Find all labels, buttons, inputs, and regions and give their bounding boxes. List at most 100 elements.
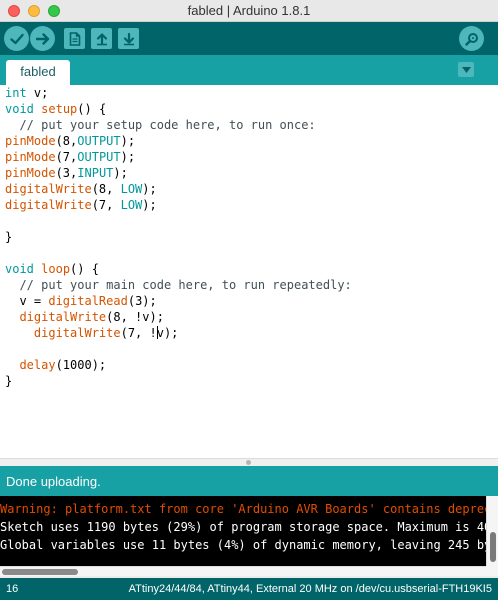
splitter-handle[interactable] bbox=[246, 460, 251, 465]
footer-bar: 16 ATtiny24/44/84, ATtiny44, External 20… bbox=[0, 578, 498, 600]
code-line[interactable]: digitalWrite(8, !v); bbox=[5, 309, 352, 325]
code-line[interactable]: } bbox=[5, 373, 352, 389]
console-message-line: Global variables use 11 bytes (4%) of dy… bbox=[0, 538, 498, 552]
code-line[interactable]: pinMode(7,OUTPUT); bbox=[5, 149, 352, 165]
code-line[interactable]: int v; bbox=[5, 85, 352, 101]
code-token: (3, bbox=[55, 166, 78, 180]
code-line[interactable]: } bbox=[5, 229, 352, 245]
code-token: ); bbox=[142, 182, 157, 196]
code-token: setup bbox=[41, 102, 78, 116]
board-port-info: ATtiny24/44/84, ATtiny44, External 20 MH… bbox=[128, 583, 492, 595]
code-token: OUTPUT bbox=[77, 150, 121, 164]
console-vertical-scrollbar[interactable] bbox=[486, 496, 498, 576]
title-bar: fabled | Arduino 1.8.1 bbox=[0, 0, 498, 22]
code-token: (1000); bbox=[55, 358, 107, 372]
code-line[interactable]: // put your main code here, to run repea… bbox=[5, 277, 352, 293]
code-token: void bbox=[5, 262, 34, 276]
code-token: (8, bbox=[91, 182, 121, 196]
console-message-line: Sketch uses 1190 bytes (29%) of program … bbox=[0, 520, 498, 534]
code-token: loop bbox=[41, 262, 71, 276]
code-token: void bbox=[5, 102, 34, 116]
console-vertical-scroll-thumb[interactable] bbox=[490, 532, 496, 562]
save-button[interactable] bbox=[118, 28, 139, 49]
code-token: int bbox=[5, 86, 27, 100]
code-token: pinMode bbox=[5, 134, 56, 148]
pane-splitter[interactable] bbox=[0, 458, 498, 466]
code-token: (8, !v); bbox=[106, 310, 164, 324]
arrow-up-icon bbox=[96, 32, 107, 45]
code-token: ); bbox=[120, 150, 136, 164]
code-line[interactable] bbox=[5, 213, 352, 229]
code-token: (3); bbox=[127, 294, 157, 308]
code-token: // put your main code here, to run repea… bbox=[5, 278, 352, 292]
code-token: (8, bbox=[55, 134, 78, 148]
verify-button[interactable] bbox=[4, 26, 29, 51]
code-line[interactable]: delay(1000); bbox=[5, 357, 352, 373]
console-lines: Warning: platform.txt from core 'Arduino… bbox=[0, 500, 498, 554]
status-message: Done uploading. bbox=[6, 474, 101, 489]
code-line[interactable]: pinMode(8,OUTPUT); bbox=[5, 133, 352, 149]
code-token: v; bbox=[26, 86, 49, 100]
code-token: LOW bbox=[120, 182, 143, 196]
tab-fabled[interactable]: fabled bbox=[6, 60, 70, 85]
code-token: digitalWrite bbox=[5, 198, 92, 212]
code-token: ); bbox=[113, 166, 128, 180]
tab-menu-button[interactable] bbox=[458, 62, 474, 77]
code-token: // put your setup code here, to run once… bbox=[5, 118, 316, 132]
code-line[interactable]: // put your setup code here, to run once… bbox=[5, 117, 352, 133]
code-token: LOW bbox=[120, 198, 143, 212]
console-warning-line: Warning: platform.txt from core 'Arduino… bbox=[0, 502, 498, 516]
code-token: () { bbox=[77, 102, 107, 116]
console-horizontal-scrollbar[interactable] bbox=[0, 566, 486, 576]
upload-button[interactable] bbox=[30, 26, 55, 51]
code-line[interactable]: void loop() { bbox=[5, 261, 352, 277]
open-button[interactable] bbox=[91, 28, 112, 49]
code-token: () { bbox=[70, 262, 99, 276]
arrow-right-icon bbox=[35, 32, 49, 45]
new-sketch-button[interactable] bbox=[64, 28, 85, 49]
code-line[interactable] bbox=[5, 341, 352, 357]
code-editor[interactable]: int v; void setup() { // put your setup c… bbox=[0, 85, 498, 458]
code-token: pinMode bbox=[5, 166, 56, 180]
code-line[interactable]: digitalWrite(7, !v); bbox=[5, 325, 352, 341]
code-token: INPUT bbox=[77, 166, 114, 180]
window-title: fabled | Arduino 1.8.1 bbox=[187, 3, 311, 18]
code-line[interactable]: pinMode(3,INPUT); bbox=[5, 165, 352, 181]
code-token: (7, bbox=[55, 150, 78, 164]
code-token: (7, bbox=[91, 198, 121, 212]
toolbar bbox=[0, 22, 498, 55]
code-token: } bbox=[5, 374, 13, 388]
serial-monitor-button[interactable] bbox=[459, 26, 484, 51]
chevron-down-icon bbox=[461, 66, 471, 73]
arrow-down-icon bbox=[123, 32, 134, 45]
code-token: v = bbox=[5, 294, 49, 308]
current-line-number: 16 bbox=[6, 583, 19, 595]
code-token: (7, ! bbox=[120, 326, 157, 340]
code-line[interactable]: void setup() { bbox=[5, 101, 352, 117]
status-bar: Done uploading. bbox=[0, 466, 498, 496]
code-token: delay bbox=[19, 358, 56, 372]
check-icon bbox=[9, 33, 24, 44]
console-output: Warning: platform.txt from core 'Arduino… bbox=[0, 496, 498, 576]
code-token: digitalWrite bbox=[19, 310, 107, 324]
code-line[interactable]: digitalWrite(7, LOW); bbox=[5, 197, 352, 213]
console-horizontal-scroll-thumb[interactable] bbox=[2, 569, 78, 575]
code-text[interactable]: int v; void setup() { // put your setup c… bbox=[5, 85, 352, 389]
code-token: pinMode bbox=[5, 150, 56, 164]
code-token: ); bbox=[120, 134, 136, 148]
new-file-icon bbox=[69, 31, 80, 46]
code-token: OUTPUT bbox=[77, 134, 121, 148]
magnifier-icon bbox=[464, 32, 478, 46]
code-line[interactable]: v = digitalRead(3); bbox=[5, 293, 352, 309]
code-token: v); bbox=[156, 326, 179, 340]
code-line[interactable]: digitalWrite(8, LOW); bbox=[5, 181, 352, 197]
code-token: digitalWrite bbox=[5, 182, 92, 196]
tab-bar: fabled bbox=[0, 55, 498, 85]
code-token: ); bbox=[142, 198, 157, 212]
code-token: digitalWrite bbox=[33, 326, 121, 340]
code-token: digitalRead bbox=[48, 294, 128, 308]
code-line[interactable] bbox=[5, 245, 352, 261]
